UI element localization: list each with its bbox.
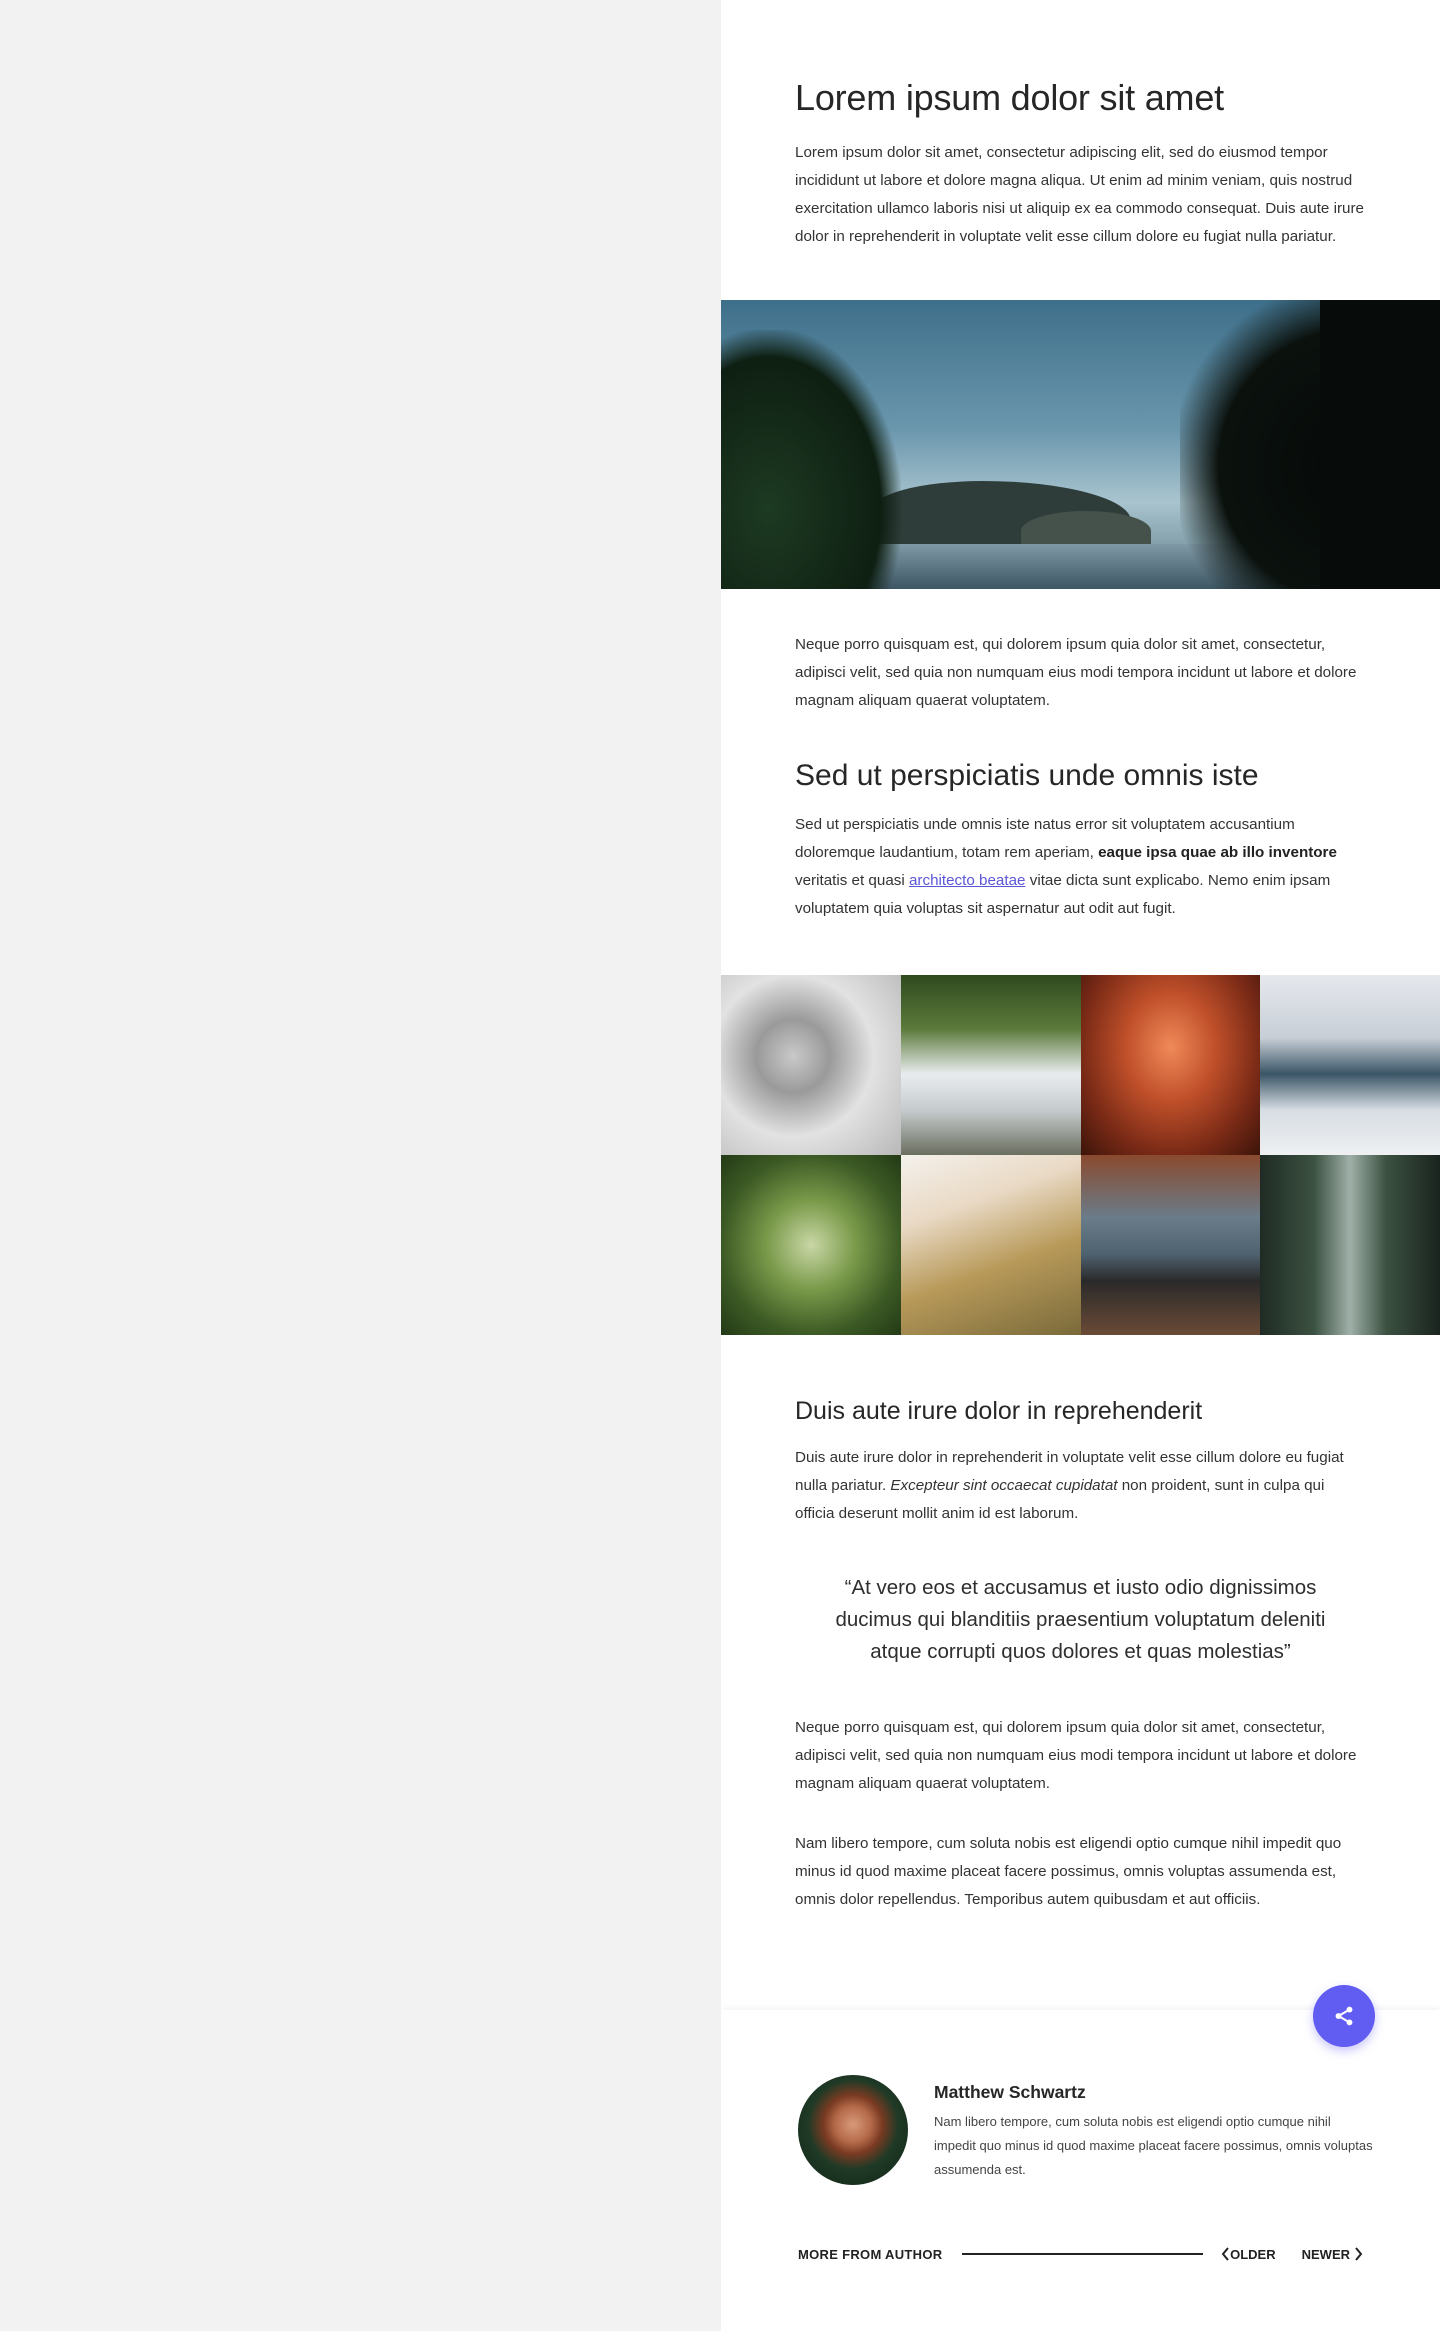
body-paragraph: Neque porro quisquam est, qui dolorem ip… — [795, 1719, 1357, 1793]
pull-quote: “At vero eos et accusamus et iusto odio … — [835, 1576, 1326, 1664]
older-link[interactable]: OLDER — [1221, 2247, 1276, 2262]
gallery-photo-forest-waterfall[interactable] — [1260, 1155, 1440, 1336]
intro-paragraph: Lorem ipsum dolor sit amet, consectetur … — [795, 144, 1364, 246]
body-paragraph: Neque porro quisquam est, qui dolorem ip… — [795, 636, 1357, 710]
author-card: Matthew Schwartz Nam libero tempore, cum… — [721, 2010, 1440, 2331]
body-paragraph-italic: Duis aute irure dolor in reprehenderit i… — [795, 1449, 1344, 1523]
inline-link[interactable]: architecto beatae — [909, 872, 1026, 889]
body-paragraph-rich: Sed ut perspiciatis unde omnis iste natu… — [795, 816, 1337, 918]
gallery-photo-clouds[interactable] — [1260, 975, 1440, 1156]
hero-image — [721, 300, 1440, 590]
left-background-panel — [0, 0, 721, 2331]
gallery-photo-canyon[interactable] — [1080, 975, 1261, 1156]
author-name[interactable]: Matthew Schwartz — [934, 2078, 1086, 2106]
chevron-left-icon — [1221, 2247, 1229, 2261]
article-title: Lorem ipsum dolor sit amet — [795, 77, 1224, 118]
author-navigation: MORE FROM AUTHOR OLDER NEWER — [798, 2244, 1363, 2264]
share-button[interactable] — [1313, 1985, 1375, 2047]
italic-text: Excepteur sint occaecat cupidatat — [890, 1477, 1118, 1495]
body-paragraph: Nam libero tempore, cum soluta nobis est… — [795, 1835, 1342, 1909]
section-heading-2: Duis aute irure dolor in reprehenderit — [795, 1397, 1203, 1426]
more-from-author-link[interactable]: MORE FROM AUTHOR — [798, 2247, 942, 2262]
author-bio: Nam libero tempore, cum soluta nobis est… — [934, 2114, 1373, 2177]
gallery-photo-people-lake[interactable] — [1080, 1155, 1261, 1336]
article-panel: Lorem ipsum dolor sit amet Lorem ipsum d… — [721, 0, 1440, 2331]
gallery-photo-path[interactable] — [900, 1155, 1081, 1336]
author-avatar[interactable] — [798, 2075, 908, 2185]
gallery-photo-bird[interactable] — [721, 975, 901, 1156]
divider — [962, 2253, 1204, 2255]
photo-gallery — [721, 975, 1440, 1336]
gallery-photo-waterfall[interactable] — [900, 975, 1081, 1156]
chevron-right-icon — [1355, 2247, 1363, 2261]
newer-link[interactable]: NEWER — [1302, 2247, 1363, 2262]
bold-text: eaque ipsa quae ab illo inventore — [1098, 844, 1337, 862]
gallery-photo-succulent[interactable] — [721, 1155, 901, 1336]
section-heading: Sed ut perspiciatis unde omnis iste — [795, 759, 1259, 793]
share-icon — [1335, 2006, 1353, 2026]
